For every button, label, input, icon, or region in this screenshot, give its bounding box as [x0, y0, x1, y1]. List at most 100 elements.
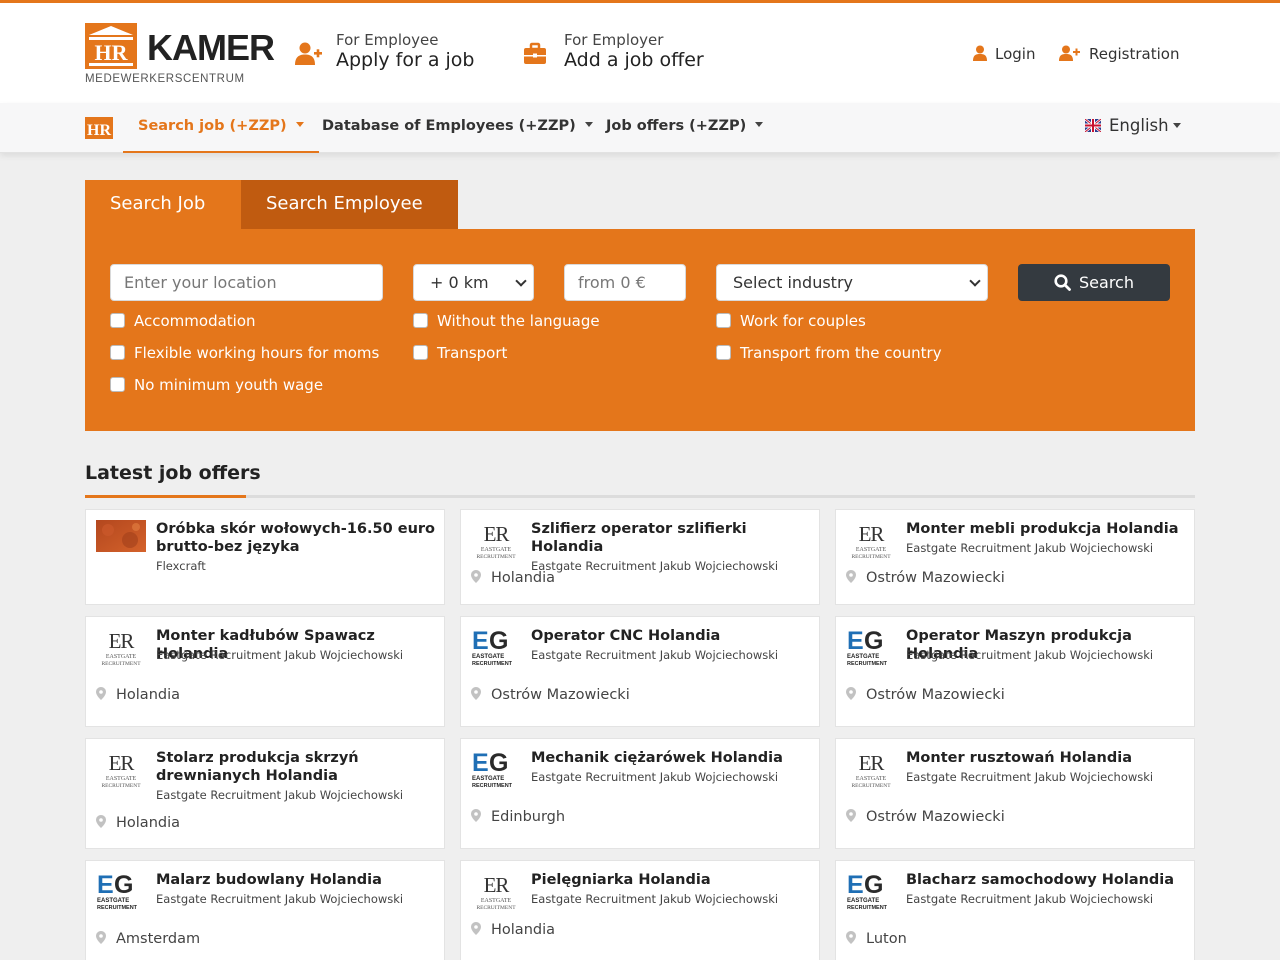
checkbox-box[interactable]: [110, 345, 125, 360]
job-offer-card[interactable]: E G EASTGATE RECRUITMENT Malarz budowlany Ho…: [85, 860, 445, 960]
job-offer-card[interactable]: E G EASTGATE RECRUITMENT Operator Maszyn pro…: [835, 616, 1195, 727]
svg-text:ER: ER: [859, 522, 885, 546]
job-offer-card[interactable]: E G EASTGATE RECRUITMENT Operator CNC Holand…: [460, 616, 820, 727]
job-title[interactable]: Mechanik ciężarówek Holandia: [531, 749, 811, 767]
search-icon: [1054, 274, 1071, 291]
job-offer-card[interactable]: E G EASTGATE RECRUITMENT Mechanik ciężarówek…: [460, 738, 820, 849]
map-pin-icon: [471, 570, 481, 583]
location-label: Holandia: [116, 687, 180, 703]
nav-search-job[interactable]: Search job (+ZZP): [123, 103, 319, 153]
tab-search-job[interactable]: Search Job: [85, 180, 241, 229]
job-offer-card[interactable]: ER EASTGATE RECRUITMENT Monter kadłubów Spa…: [85, 616, 445, 727]
job-title[interactable]: Pielęgniarka Holandia: [531, 871, 811, 889]
company-name: Eastgate Recruitment Jakub Wojciechowski: [906, 648, 1154, 662]
nav-job-offers-label: Job offers (+ZZP): [606, 118, 747, 134]
job-title[interactable]: Monter mebli produkcja Holandia: [906, 520, 1186, 538]
svg-text:ER: ER: [484, 873, 510, 897]
svg-text:EASTGATE: EASTGATE: [106, 654, 137, 660]
company-name: Eastgate Recruitment Jakub Wojciechowski: [906, 541, 1154, 555]
for-employee-label: For Employee: [336, 31, 439, 49]
checkbox-label: Transport: [437, 344, 508, 362]
job-offer-card[interactable]: Oróbka skór wołowych-16.50 euro brutto-b…: [85, 509, 445, 605]
job-title[interactable]: Stolarz produkcja skrzyń drewnianych Hol…: [156, 749, 436, 785]
add-job-offer-link[interactable]: For Employer Add a job offer: [523, 29, 723, 79]
svg-text:RECRUITMENT: RECRUITMENT: [472, 661, 513, 667]
tab-search-employee[interactable]: Search Employee: [241, 180, 458, 229]
checkbox-no-minimum-youth-wage[interactable]: No minimum youth wage: [110, 375, 323, 395]
job-offer-card[interactable]: ER EASTGATE RECRUITMENT Pielęgniarka Holand…: [460, 860, 820, 960]
checkbox-without-language[interactable]: Without the language: [413, 311, 600, 331]
site-header: HR KAMER MEDEWERKERSCENTRUM For Employee…: [0, 3, 1280, 103]
distance-select[interactable]: + 0 km: [413, 264, 534, 301]
svg-text:EASTGATE: EASTGATE: [856, 547, 887, 553]
checkbox-transport[interactable]: Transport: [413, 343, 507, 363]
map-pin-icon: [846, 570, 856, 583]
location-input[interactable]: Enter your location: [110, 264, 383, 301]
company-name: Eastgate Recruitment Jakub Wojciechowski: [531, 648, 779, 662]
map-pin-icon: [846, 687, 856, 700]
checkbox-flexible-hours[interactable]: Flexible working hours for moms: [110, 343, 379, 363]
job-offer-card[interactable]: ER EASTGATE RECRUITMENT Szlifierz operator …: [460, 509, 820, 605]
map-pin-icon: [471, 922, 481, 935]
checkbox-box[interactable]: [110, 377, 125, 392]
job-location: Ostrów Mazowiecki: [846, 687, 1005, 703]
job-title[interactable]: Szlifierz operator szlifierki Holandia: [531, 520, 811, 556]
registration-link[interactable]: Registration: [1059, 45, 1179, 63]
er-company-logo-icon: ER EASTGATE RECRUITMENT: [96, 627, 146, 671]
job-location: Holandia: [471, 922, 555, 938]
eg-company-logo-icon: E G EASTGATE RECRUITMENT: [96, 871, 146, 915]
job-location: Holandia: [471, 570, 555, 586]
job-title[interactable]: Blacharz samochodowy Holandia: [906, 871, 1186, 889]
map-pin-icon: [96, 931, 106, 944]
caret-down-icon: [584, 122, 593, 127]
svg-text:G: G: [114, 871, 133, 899]
search-button[interactable]: Search: [1018, 264, 1170, 301]
job-location: Amsterdam: [96, 931, 200, 947]
checkbox-box[interactable]: [716, 313, 731, 328]
language-selector[interactable]: English: [1085, 116, 1181, 135]
job-offer-card[interactable]: ER EASTGATE RECRUITMENT Monter rusztowań Ho…: [835, 738, 1195, 849]
map-pin-icon: [846, 809, 856, 822]
checkbox-label: Without the language: [437, 312, 600, 330]
job-title[interactable]: Monter rusztowań Holandia: [906, 749, 1186, 767]
job-offer-card[interactable]: ER EASTGATE RECRUITMENT Monter mebli produk…: [835, 509, 1195, 605]
heading-accent: [85, 495, 246, 498]
nav-job-offers[interactable]: Job offers (+ZZP): [606, 103, 764, 153]
job-offer-card[interactable]: E G EASTGATE RECRUITMENT Blacharz samochodow…: [835, 860, 1195, 960]
svg-text:EASTGATE: EASTGATE: [481, 898, 512, 904]
svg-text:RECRUITMENT: RECRUITMENT: [847, 661, 888, 667]
job-offer-card[interactable]: ER EASTGATE RECRUITMENT Stolarz produkcja s…: [85, 738, 445, 849]
eg-company-logo-icon: E G EASTGATE RECRUITMENT: [846, 871, 896, 915]
location-label: Ostrów Mazowiecki: [866, 570, 1005, 586]
svg-text:EASTGATE: EASTGATE: [472, 654, 504, 660]
checkbox-work-for-couples[interactable]: Work for couples: [716, 311, 866, 331]
checkbox-box[interactable]: [413, 313, 428, 328]
er-company-logo-icon: ER EASTGATE RECRUITMENT: [471, 520, 521, 564]
job-title[interactable]: Malarz budowlany Holandia: [156, 871, 436, 889]
svg-text:G: G: [489, 749, 508, 777]
job-title[interactable]: Oróbka skór wołowych-16.50 euro brutto-b…: [156, 520, 436, 556]
salary-input[interactable]: from 0 €: [564, 264, 686, 301]
map-pin-icon: [96, 815, 106, 828]
leather-photo-thumbnail: [96, 520, 146, 564]
industry-select[interactable]: Select industry: [716, 264, 988, 301]
checkbox-label: Transport from the country: [740, 344, 942, 362]
kamer-logo[interactable]: HR KAMER MEDEWERKERSCENTRUM: [85, 23, 275, 89]
checkbox-transport-from-country[interactable]: Transport from the country: [716, 343, 942, 363]
login-link[interactable]: Login: [973, 45, 1035, 63]
brand-tagline: MEDEWERKERSCENTRUM: [85, 73, 245, 85]
checkbox-box[interactable]: [716, 345, 731, 360]
checkbox-label: Work for couples: [740, 312, 866, 330]
svg-text:E: E: [847, 627, 863, 655]
company-name: Flexcraft: [156, 559, 206, 573]
location-label: Amsterdam: [116, 931, 201, 947]
checkbox-box[interactable]: [110, 313, 125, 328]
apply-for-job-link[interactable]: For Employee Apply for a job: [295, 29, 495, 79]
nav-database-of-employees[interactable]: Database of Employees (+ZZP): [322, 103, 593, 153]
checkbox-accommodation[interactable]: Accommodation: [110, 311, 256, 331]
svg-text:RECRUITMENT: RECRUITMENT: [476, 905, 516, 911]
job-title[interactable]: Operator CNC Holandia: [531, 627, 811, 645]
checkbox-box[interactable]: [413, 345, 428, 360]
checkbox-label: Accommodation: [134, 312, 256, 330]
hr-home-icon[interactable]: HR: [85, 117, 113, 139]
